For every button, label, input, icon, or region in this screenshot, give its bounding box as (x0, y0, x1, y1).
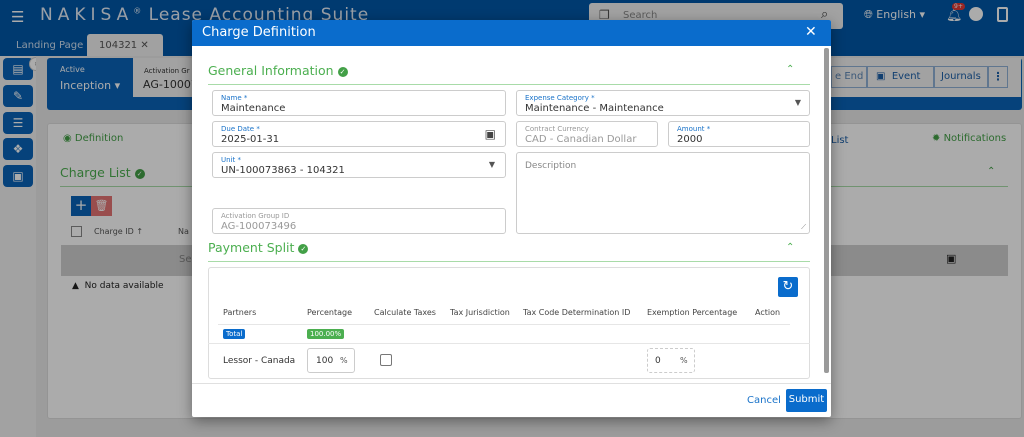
charge-definition-modal: Charge Definition ✕ General Information ✓… (192, 20, 831, 417)
col-calculate-taxes: Calculate Taxes (374, 308, 436, 317)
col-action: Action (755, 308, 781, 317)
reset-icon[interactable]: ↻ (778, 277, 798, 297)
dropdown-arrow-icon: ▼ (488, 160, 495, 169)
check-icon: ✓ (337, 66, 348, 77)
activation-group-id-field: Activation Group ID AG-100073496 (212, 208, 506, 234)
scrollbar[interactable] (824, 48, 829, 373)
calculate-taxes-checkbox[interactable] (380, 354, 392, 366)
general-info-title: General Information ✓ (208, 63, 348, 78)
partner-name: Lessor - Canada (223, 356, 296, 366)
submit-button[interactable]: Submit (786, 389, 827, 412)
exemption-percentage-input[interactable]: 0% (647, 348, 695, 373)
col-tax-jurisdiction: Tax Jurisdiction (450, 308, 510, 317)
payment-split-title: Payment Split ✓ (208, 240, 309, 255)
contract-currency-field: Contract Currency CAD - Canadian Dollar (516, 121, 658, 147)
calendar-icon[interactable]: ▣ (485, 127, 496, 141)
modal-header: Charge Definition (192, 20, 831, 46)
total-percentage-badge: 100.00% (307, 329, 345, 339)
collapse-payment-icon[interactable]: ⌃ (786, 242, 794, 253)
expense-category-select[interactable]: Expense Category * Maintenance - Maintena… (516, 90, 810, 116)
check-icon: ✓ (298, 243, 309, 254)
collapse-general-icon[interactable]: ⌃ (786, 64, 794, 75)
cancel-button[interactable]: Cancel (747, 395, 781, 406)
percentage-input[interactable]: 100% (307, 348, 355, 373)
col-exemption-percentage: Exemption Percentage (647, 308, 738, 317)
payment-split-table (208, 267, 810, 379)
resize-handle-icon[interactable]: ⟋ (801, 223, 806, 232)
total-badge: Total (223, 329, 246, 339)
name-field[interactable]: Name * Maintenance (212, 90, 506, 116)
amount-field[interactable]: Amount * 2000 (668, 121, 810, 147)
modal-title: Charge Definition (202, 25, 316, 40)
dropdown-arrow-icon: ▼ (794, 98, 801, 107)
col-percentage: Percentage (307, 308, 353, 317)
close-icon[interactable]: ✕ (805, 24, 817, 40)
col-tax-code: Tax Code Determination ID (523, 308, 631, 317)
description-textarea[interactable]: Description ⟋ (516, 152, 810, 234)
col-partners: Partners (223, 308, 257, 317)
due-date-field[interactable]: Due Date * 2025-01-31 ▣ (212, 121, 506, 147)
unit-select[interactable]: Unit * UN-100073863 - 104321 ▼ (212, 152, 506, 178)
